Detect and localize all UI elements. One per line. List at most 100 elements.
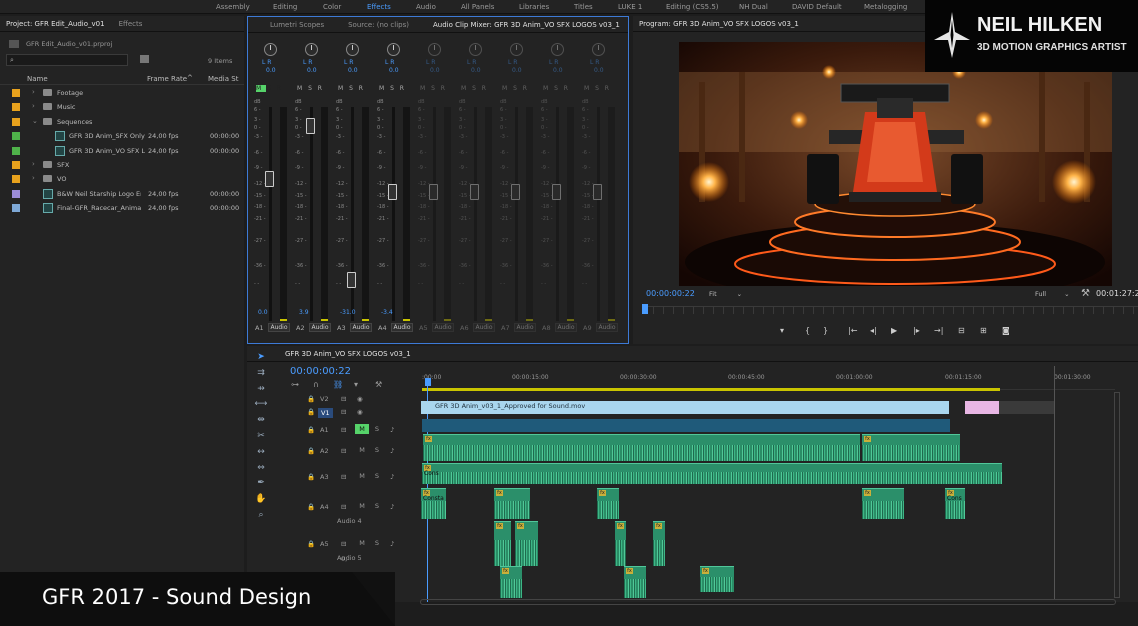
program-scrubber[interactable] — [643, 306, 1138, 314]
work-area-bar[interactable] — [422, 388, 1000, 391]
slip-icon[interactable]: ↔ — [254, 447, 268, 459]
label-color-swatch[interactable] — [12, 103, 20, 112]
audio-clip[interactable]: fx — [862, 434, 960, 461]
audio-clip[interactable]: fx — [597, 488, 619, 519]
quality-dropdown[interactable]: Full ⌄ — [1035, 290, 1070, 298]
mic-icon[interactable]: ♪ — [390, 540, 394, 548]
msr-buttons[interactable]: M S R — [256, 85, 281, 92]
mic-icon[interactable]: ♪ — [390, 503, 394, 511]
msr-buttons[interactable]: M S R — [543, 85, 570, 92]
fader-track[interactable] — [474, 107, 477, 321]
col-name[interactable]: Name — [27, 75, 48, 83]
workspace-tab[interactable]: All Panels — [461, 3, 494, 11]
audio-clip[interactable]: fx — [494, 521, 511, 566]
chevron-right-icon[interactable]: › — [32, 102, 35, 110]
chevron-right-icon[interactable]: › — [32, 88, 35, 96]
channel-audio-label[interactable]: Audio — [350, 323, 372, 332]
msr-buttons[interactable]: M S R — [461, 85, 488, 92]
msr-buttons[interactable]: M S R — [297, 85, 324, 92]
mic-icon[interactable]: ♪ — [390, 426, 394, 434]
step-forward-icon[interactable]: |▸ — [913, 326, 920, 335]
msr-buttons[interactable]: M S R — [379, 85, 406, 92]
pan-knob[interactable] — [592, 43, 605, 56]
workspace-tab[interactable]: Metalogging — [864, 3, 907, 11]
volume-fader[interactable] — [552, 184, 561, 201]
channel-audio-label[interactable]: Audio — [391, 323, 413, 332]
track-name-a3[interactable]: A3 — [320, 473, 329, 481]
play-icon[interactable]: ▶ — [891, 326, 897, 335]
volume-fader[interactable] — [306, 117, 315, 134]
track-name-a1[interactable]: A1 — [320, 426, 329, 434]
workspace-tab[interactable]: DAVID Default — [792, 3, 842, 11]
channel-audio-label[interactable]: Audio — [473, 323, 495, 332]
project-search-input[interactable]: ⌕ — [6, 54, 128, 66]
list-item[interactable]: ⌄ Sequences — [0, 115, 244, 129]
fader-track[interactable] — [433, 107, 436, 321]
video-clip-end[interactable] — [965, 401, 999, 414]
track-name-a2[interactable]: A2 — [320, 447, 329, 455]
volume-fader[interactable] — [265, 171, 274, 188]
channel-audio-label[interactable]: Audio — [268, 323, 290, 332]
time-ruler[interactable]: :00:00 00:00:15:00 00:00:30:00 00:00:45:00 0… — [422, 368, 1115, 390]
mute-button[interactable]: M — [355, 538, 369, 548]
volume-fader[interactable] — [347, 271, 356, 288]
list-item[interactable]: › Music — [0, 100, 244, 114]
program-title[interactable]: Program: GFR 3D Anim_VO SFX LOGOS v03_1 — [639, 20, 799, 28]
mute-button[interactable]: M — [355, 471, 369, 481]
workspace-tab[interactable]: Color — [323, 3, 341, 11]
zoom-icon[interactable]: ⌕ — [254, 510, 268, 522]
toggle-sync-icon[interactable]: ⊟ — [341, 540, 346, 548]
audio-clip[interactable]: fx — [423, 434, 860, 461]
chevron-right-icon[interactable]: › — [32, 160, 35, 168]
solo-button[interactable]: S — [370, 445, 384, 455]
fader-track[interactable] — [556, 107, 559, 321]
go-to-in-icon[interactable]: |← — [848, 326, 857, 335]
audio-clip[interactable]: fx — [700, 566, 734, 592]
program-playhead[interactable] — [642, 304, 648, 314]
fader-track[interactable] — [269, 107, 272, 321]
timeline-playhead[interactable] — [425, 378, 431, 386]
solo-button[interactable]: S — [370, 501, 384, 511]
volume-fader[interactable] — [388, 184, 397, 201]
fader-track[interactable] — [351, 107, 354, 321]
mute-button[interactable]: M — [355, 424, 369, 434]
audio-clip[interactable]: fx — [494, 488, 530, 519]
hand-icon[interactable]: ✋ — [254, 494, 268, 506]
label-color-swatch[interactable] — [12, 89, 20, 97]
lock-icon[interactable]: 🔒 — [307, 447, 315, 455]
list-item[interactable]: Final-GFR_Racecar_Animati 24,00 fps 00:00:… — [0, 201, 244, 215]
label-color-swatch[interactable] — [12, 204, 20, 213]
add-marker-icon[interactable]: ▾ — [354, 380, 358, 389]
audio-clip[interactable]: fx — [653, 521, 665, 566]
lock-icon[interactable]: 🔒 — [307, 426, 315, 434]
lock-icon[interactable]: 🔒 — [307, 395, 315, 403]
channel-audio-label[interactable]: Audio — [596, 323, 618, 332]
fader-track[interactable] — [392, 107, 395, 321]
solo-button[interactable]: S — [370, 538, 384, 548]
list-item[interactable]: B&W Neil Starship Logo En 24,00 fps 00:00:… — [0, 187, 244, 201]
list-item[interactable]: › SFX — [0, 158, 244, 172]
ripple-edit-icon[interactable]: ⇸ — [254, 384, 268, 396]
pan-knob[interactable] — [264, 43, 277, 56]
workspace-tab[interactable]: Effects — [367, 3, 391, 11]
volume-fader[interactable] — [470, 184, 479, 201]
audio-clip[interactable]: fx — [862, 488, 904, 519]
lock-icon[interactable]: 🔒 — [307, 408, 315, 416]
toggle-sync-icon[interactable]: ⊟ — [341, 473, 346, 481]
mic-icon[interactable]: ♪ — [390, 473, 394, 481]
track-name-v1[interactable]: V1 — [318, 408, 333, 418]
workspace-tab[interactable]: Titles — [574, 3, 593, 11]
label-color-swatch[interactable] — [12, 161, 20, 169]
wrench-icon[interactable]: ⚒ — [1081, 288, 1090, 299]
msr-buttons[interactable]: M S R — [502, 85, 529, 92]
toggle-sync-icon[interactable]: ⊟ — [341, 408, 346, 416]
mark-out-icon[interactable]: } — [823, 326, 828, 335]
extract-icon[interactable]: ⊞ — [980, 326, 987, 335]
pan-knob[interactable] — [551, 43, 564, 56]
audio-clip[interactable]: fx — [500, 566, 522, 598]
audio-clip[interactable]: fx — [515, 521, 538, 566]
mic-icon[interactable]: ♪ — [390, 447, 394, 455]
label-color-swatch[interactable] — [12, 189, 20, 198]
mute-button[interactable]: M — [355, 501, 369, 511]
pan-knob[interactable] — [510, 43, 523, 56]
